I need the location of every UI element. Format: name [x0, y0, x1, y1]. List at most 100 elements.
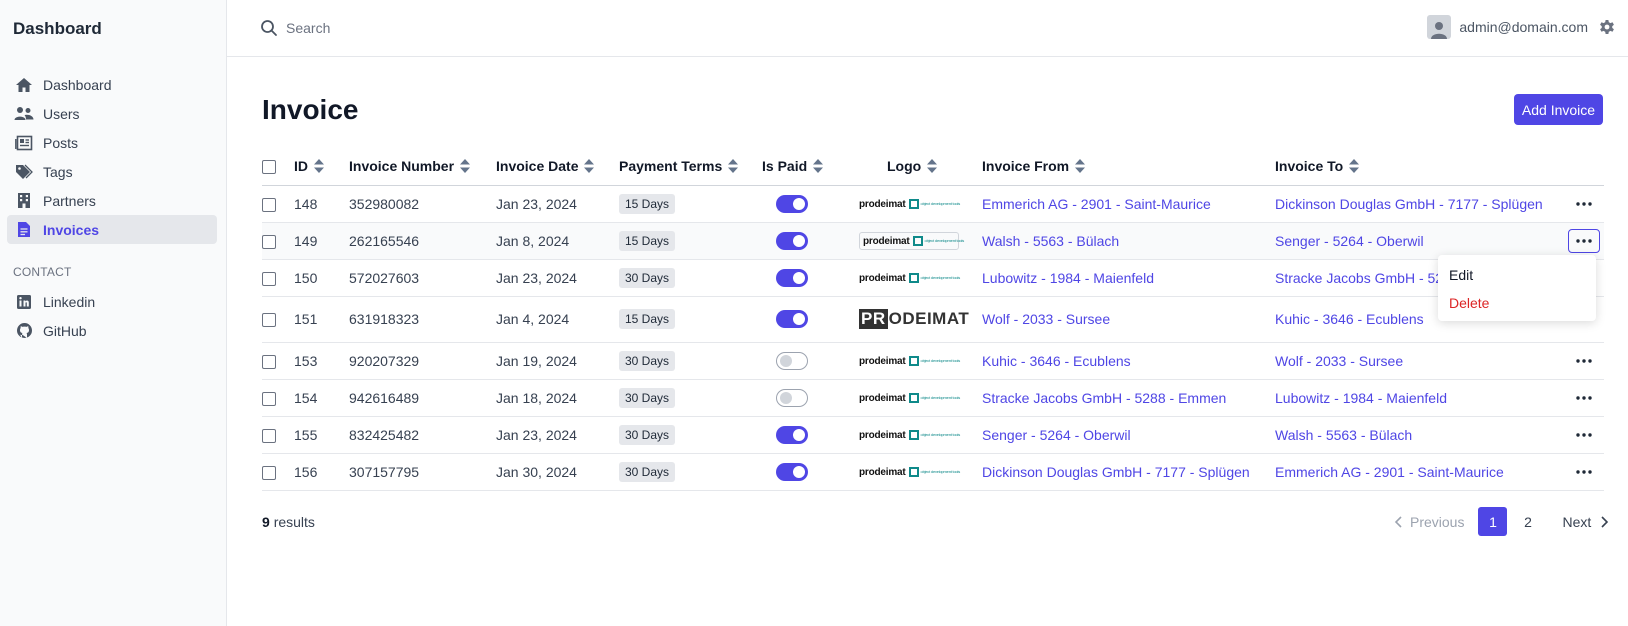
- invoice-from-link[interactable]: Senger - 5264 - Oberwil: [982, 427, 1131, 443]
- invoice-from-link[interactable]: Emmerich AG - 2901 - Saint-Maurice: [982, 196, 1211, 212]
- sidebar-item-github[interactable]: GitHub: [7, 316, 217, 345]
- sort-icon[interactable]: [1349, 158, 1360, 173]
- row-checkbox[interactable]: [262, 465, 276, 480]
- is-paid-toggle[interactable]: [776, 310, 808, 329]
- sidebar-item-label: GitHub: [43, 322, 87, 339]
- more-actions-button[interactable]: [1568, 460, 1600, 484]
- column-header-invoice-number[interactable]: Invoice Number: [349, 147, 496, 186]
- sidebar-item-linkedin[interactable]: Linkedin: [7, 287, 217, 316]
- page-1-button[interactable]: 1: [1478, 507, 1508, 536]
- invoice-to-link[interactable]: Stracke Jacobs GmbH - 528: [1275, 270, 1451, 286]
- invoice-from-link[interactable]: Walsh - 5563 - Bülach: [982, 233, 1119, 249]
- column-header-invoice-to[interactable]: Invoice To: [1275, 147, 1568, 186]
- row-checkbox[interactable]: [262, 428, 276, 443]
- page-2-button[interactable]: 2: [1513, 507, 1542, 536]
- more-actions-button[interactable]: [1568, 192, 1600, 216]
- sidebar-item-dashboard[interactable]: Dashboard: [7, 70, 217, 99]
- sidebar-item-tags[interactable]: Tags: [7, 157, 217, 186]
- invoice-to-cell: Emmerich AG - 2901 - Saint-Maurice: [1275, 453, 1568, 491]
- invoice-to-link[interactable]: Senger - 5264 - Oberwil: [1275, 233, 1424, 249]
- invoice-to-link[interactable]: Wolf - 2033 - Sursee: [1275, 353, 1403, 369]
- invoice-to-link[interactable]: Kuhic - 3646 - Ecublens: [1275, 311, 1424, 327]
- user-email[interactable]: admin@domain.com: [1459, 19, 1588, 35]
- select-all-checkbox[interactable]: [262, 159, 276, 174]
- is-paid-toggle[interactable]: [776, 194, 808, 213]
- column-header-invoice-date[interactable]: Invoice Date: [496, 147, 619, 186]
- sort-icon[interactable]: [314, 158, 324, 173]
- is-paid-toggle[interactable]: [776, 268, 808, 287]
- invoice-from-cell: Dickinson Douglas GmbH - 7177 - Splügen: [982, 453, 1275, 491]
- sort-icon[interactable]: [1075, 158, 1086, 173]
- invoice-date-cell: Jan 18, 2024: [496, 379, 619, 417]
- sidebar-item-partners[interactable]: Partners: [7, 186, 217, 215]
- sidebar-item-label: Posts: [43, 134, 79, 151]
- add-invoice-button[interactable]: Add Invoice: [1514, 94, 1603, 125]
- search-input[interactable]: [286, 17, 586, 39]
- more-actions-button[interactable]: [1568, 386, 1600, 410]
- sidebar-item-posts[interactable]: Posts: [7, 128, 217, 157]
- row-checkbox[interactable]: [262, 197, 276, 212]
- table-row[interactable]: 154 942616489 Jan 18, 2024 30 Days prodeimat…: [262, 379, 1604, 417]
- previous-page-button[interactable]: Previous: [1394, 514, 1464, 530]
- invoice-to-link[interactable]: Lubowitz - 1984 - Maienfeld: [1275, 390, 1447, 406]
- ellipsis-icon: [1576, 469, 1592, 474]
- row-checkbox[interactable]: [262, 234, 276, 249]
- table-row[interactable]: 148 352980082 Jan 23, 2024 15 Days prodeimat…: [262, 185, 1604, 223]
- avatar[interactable]: [1427, 15, 1452, 39]
- column-header-is-paid[interactable]: Is Paid: [762, 147, 859, 186]
- invoice-from-link[interactable]: Kuhic - 3646 - Ecublens: [982, 353, 1131, 369]
- row-checkbox[interactable]: [262, 391, 276, 406]
- gear-icon[interactable]: [1598, 18, 1616, 36]
- more-actions-button[interactable]: [1568, 423, 1600, 447]
- is-paid-toggle[interactable]: [776, 231, 808, 250]
- column-header-label: Is Paid: [762, 157, 808, 174]
- next-page-button[interactable]: Next: [1562, 514, 1609, 530]
- sort-icon[interactable]: [813, 158, 824, 173]
- sort-icon[interactable]: [460, 158, 471, 173]
- column-header-payment-terms[interactable]: Payment Terms: [619, 147, 762, 186]
- table-row[interactable]: 150 572027603 Jan 23, 2024 30 Days prodeimat…: [262, 259, 1604, 297]
- sidebar-item-invoices[interactable]: Invoices: [7, 215, 217, 244]
- invoice-from-link[interactable]: Lubowitz - 1984 - Maienfeld: [982, 270, 1154, 286]
- invoice-from-link[interactable]: Wolf - 2033 - Sursee: [982, 311, 1110, 327]
- is-paid-toggle[interactable]: [776, 425, 808, 444]
- ellipsis-icon: [1576, 395, 1592, 400]
- payment-terms-badge: 30 Days: [619, 350, 676, 371]
- table-row[interactable]: 151 631918323 Jan 4, 2024 15 Days PR ODEIMAT W…: [262, 296, 1604, 343]
- invoice-to-link[interactable]: Walsh - 5563 - Bülach: [1275, 427, 1412, 443]
- row-checkbox[interactable]: [262, 354, 276, 369]
- table-row[interactable]: 153 920207329 Jan 19, 2024 30 Days prodeimat…: [262, 342, 1604, 380]
- sort-icon[interactable]: [728, 158, 739, 173]
- sort-icon[interactable]: [584, 158, 595, 173]
- edit-menu-item[interactable]: Edit: [1449, 267, 1473, 283]
- invoice-date-cell: Jan 30, 2024: [496, 453, 619, 491]
- is-paid-toggle[interactable]: [776, 388, 808, 407]
- column-header-logo[interactable]: Logo: [859, 147, 982, 186]
- user-menu[interactable]: admin@domain.com: [1427, 15, 1616, 39]
- table-row[interactable]: 149 262165546 Jan 8, 2024 15 Days prodeimat o…: [262, 222, 1604, 260]
- partner-logo: prodeimat object development tools: [859, 466, 960, 478]
- row-checkbox[interactable]: [262, 271, 276, 286]
- is-paid-toggle[interactable]: [776, 351, 808, 370]
- more-actions-button[interactable]: [1568, 228, 1600, 253]
- table-row[interactable]: 156 307157795 Jan 30, 2024 30 Days prodeimat…: [262, 453, 1604, 491]
- table-row[interactable]: 155 832425482 Jan 23, 2024 30 Days prodeimat…: [262, 416, 1604, 454]
- ellipsis-icon: [1576, 358, 1592, 363]
- sidebar-item-users[interactable]: Users: [7, 99, 217, 128]
- invoice-from-link[interactable]: Dickinson Douglas GmbH - 7177 - Splügen: [982, 464, 1250, 480]
- column-header-id[interactable]: ID: [294, 147, 349, 186]
- more-actions-button[interactable]: [1568, 349, 1600, 373]
- column-header-label: Invoice Date: [496, 157, 579, 174]
- is-paid-cell: [762, 416, 859, 454]
- delete-menu-item[interactable]: Delete: [1449, 295, 1489, 311]
- logo-cell: prodeimat object development tools: [859, 342, 982, 380]
- invoice-to-link[interactable]: Emmerich AG - 2901 - Saint-Maurice: [1275, 464, 1504, 480]
- row-checkbox[interactable]: [262, 313, 276, 328]
- column-header-label: Invoice To: [1275, 157, 1344, 174]
- invoice-to-link[interactable]: Dickinson Douglas GmbH - 7177 - Splügen: [1275, 196, 1543, 212]
- invoice-from-link[interactable]: Stracke Jacobs GmbH - 5288 - Emmen: [982, 390, 1226, 406]
- is-paid-toggle[interactable]: [776, 462, 808, 481]
- row-select-cell: [262, 416, 294, 454]
- sort-icon[interactable]: [927, 158, 938, 173]
- column-header-invoice-from[interactable]: Invoice From: [982, 147, 1275, 186]
